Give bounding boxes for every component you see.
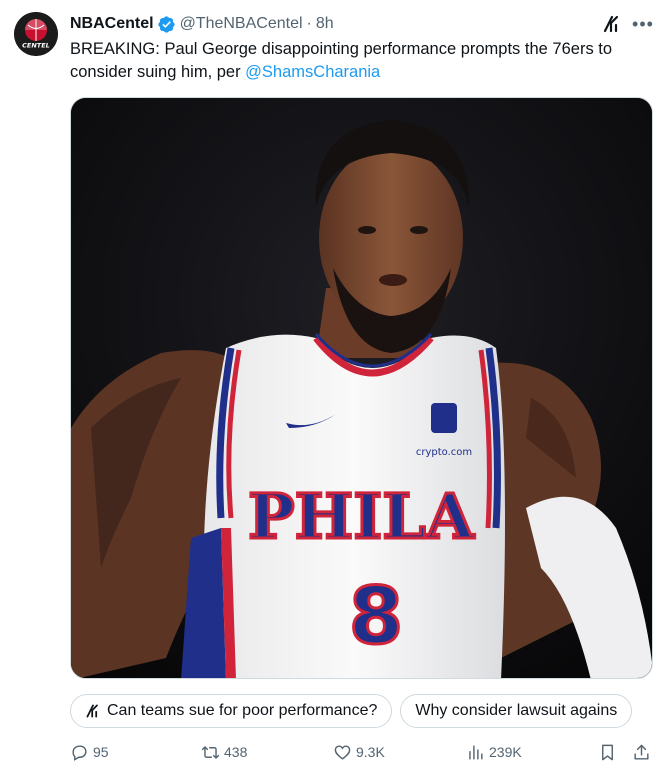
author-handle[interactable]: @TheNBACentel: [180, 15, 303, 33]
like-icon: [334, 744, 351, 760]
views-button[interactable]: 239K: [466, 738, 522, 766]
repost-button[interactable]: 438: [201, 738, 247, 766]
author-name[interactable]: NBACentel: [70, 15, 154, 33]
author-avatar[interactable]: CENTEL: [14, 12, 58, 56]
like-button[interactable]: 9.3K: [333, 738, 385, 766]
suggestion-label: Why consider lawsuit agains: [415, 702, 618, 719]
grok-icon: [86, 704, 98, 718]
reply-count: 95: [93, 744, 109, 760]
views-count: 239K: [489, 744, 522, 760]
player-photo: crypto.com PHILA 8: [71, 98, 652, 678]
suggestion-label: Can teams sue for poor performance?: [107, 702, 378, 719]
more-icon[interactable]: •••: [632, 14, 654, 34]
like-count: 9.3K: [356, 744, 385, 760]
jersey-sponsor: crypto.com: [416, 447, 472, 458]
reply-icon: [72, 744, 87, 761]
mention-link[interactable]: @ShamsCharania: [245, 63, 380, 81]
tweet-header: NBACentel @TheNBACentel · 8h: [70, 13, 334, 35]
tweet-text: BREAKING: Paul George disappointing perf…: [70, 38, 655, 84]
grok-suggestions: Can teams sue for poor performance? Why …: [70, 694, 667, 728]
share-icon: [634, 744, 649, 760]
repost-count: 438: [224, 744, 248, 760]
bookmark-button[interactable]: [598, 738, 621, 766]
suggestion-chip[interactable]: Can teams sue for poor performance?: [70, 694, 393, 728]
action-bar: 95 438 9.3K 239K: [70, 738, 655, 766]
tweet-image[interactable]: crypto.com PHILA 8: [70, 97, 653, 679]
jersey-wordmark: PHILA: [248, 480, 475, 553]
bookmark-icon: [602, 744, 613, 760]
jersey-number: 8: [349, 572, 403, 662]
views-icon: [469, 744, 483, 760]
verified-badge-icon: [157, 15, 175, 33]
repost-icon: [201, 745, 220, 759]
separator-dot: ·: [306, 15, 312, 32]
share-button[interactable]: [632, 738, 655, 766]
grok-icon[interactable]: [602, 14, 622, 34]
reply-button[interactable]: 95: [70, 738, 109, 766]
suggestion-chip[interactable]: Why consider lawsuit agains: [400, 694, 633, 728]
avatar-logo-text: CENTEL: [22, 42, 50, 50]
tweet-time[interactable]: 8h: [316, 15, 334, 33]
